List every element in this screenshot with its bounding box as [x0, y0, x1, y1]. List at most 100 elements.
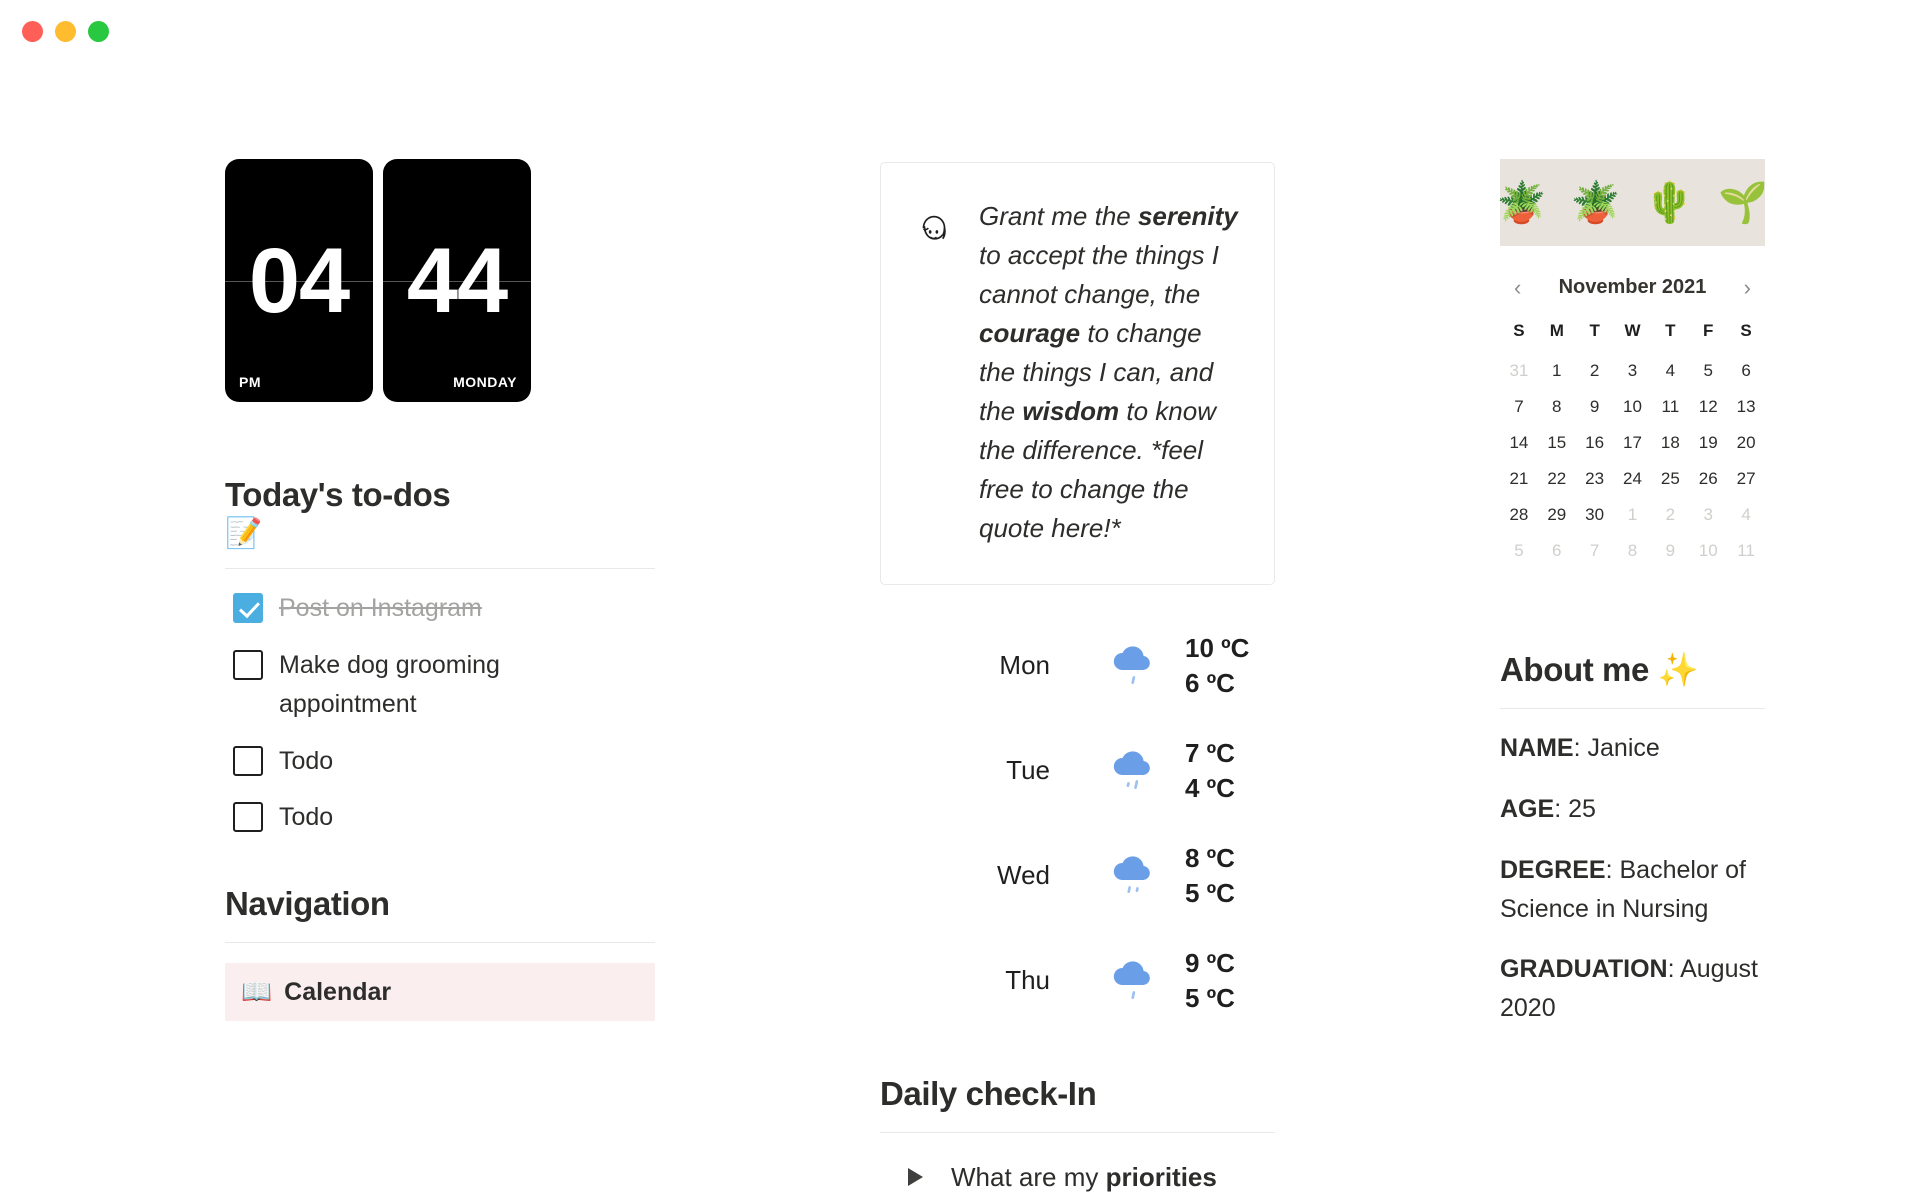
- calendar-day[interactable]: 12: [1689, 389, 1727, 425]
- close-window-button[interactable]: [22, 20, 43, 42]
- todo-checkbox[interactable]: [233, 650, 263, 680]
- calendar-day[interactable]: 15: [1538, 425, 1576, 461]
- chevron-right-icon[interactable]: ›: [1740, 276, 1755, 299]
- calendar-day[interactable]: 3: [1689, 497, 1727, 533]
- weather-temps: 9 ºC 5 ºC: [1185, 946, 1275, 1015]
- calendar-day[interactable]: 21: [1500, 461, 1538, 497]
- about-colon: :: [1667, 955, 1681, 984]
- about-field: DEGREE: Bachelor of Science in Nursing: [1500, 851, 1765, 929]
- sidebar-item-calendar[interactable]: 📖 Calendar: [225, 963, 655, 1022]
- todos-divider: [225, 568, 655, 570]
- weather-low: 5 ºC: [1185, 877, 1235, 908]
- about-field: NAME: Janice: [1500, 729, 1765, 768]
- calendar-day[interactable]: 4: [1727, 497, 1765, 533]
- calendar-day[interactable]: 1: [1538, 353, 1576, 389]
- calendar-dow: F: [1703, 321, 1714, 340]
- about-me-divider: [1500, 708, 1765, 710]
- chevron-right-icon[interactable]: [908, 1168, 923, 1187]
- calendar-day[interactable]: 7: [1576, 533, 1614, 569]
- calendar-month-label: November 2021: [1558, 276, 1707, 298]
- calendar-day[interactable]: 20: [1727, 425, 1765, 461]
- todo-checkbox[interactable]: [233, 593, 263, 624]
- calendar-day[interactable]: 6: [1538, 533, 1576, 569]
- calendar-day[interactable]: 17: [1614, 425, 1652, 461]
- calendar-day[interactable]: 8: [1614, 533, 1652, 569]
- calendar-day[interactable]: 25: [1651, 461, 1689, 497]
- clock-minutes: 44: [406, 229, 508, 332]
- calendar-day[interactable]: 24: [1614, 461, 1652, 497]
- todo-label: Make dog grooming appointment: [279, 651, 500, 718]
- about-field-value: 25: [1568, 795, 1596, 823]
- calendar-day[interactable]: 31: [1500, 353, 1538, 389]
- calendar-day[interactable]: 7: [1500, 389, 1538, 425]
- calendar-dow: S: [1513, 321, 1525, 340]
- calendar-header: ‹ November 2021 ›: [1500, 276, 1765, 315]
- calendar-day[interactable]: 27: [1727, 461, 1765, 497]
- calendar-day[interactable]: 6: [1727, 353, 1765, 389]
- about-me-title: About me ✨: [1500, 649, 1765, 690]
- calendar-day[interactable]: 1: [1614, 497, 1652, 533]
- todo-item[interactable]: Todo: [225, 798, 655, 837]
- todo-checkbox[interactable]: [233, 802, 263, 833]
- potted-plant-icon: 🪴: [1570, 180, 1621, 226]
- todo-item[interactable]: Todo: [225, 742, 655, 781]
- calendar-day[interactable]: 10: [1689, 533, 1727, 569]
- calendar-day[interactable]: 11: [1727, 533, 1765, 569]
- calendar-day[interactable]: 18: [1651, 425, 1689, 461]
- todo-label: Post on Instagram: [279, 594, 482, 623]
- checkin-question-row[interactable]: What are my priorities today?: [880, 1159, 1275, 1200]
- dashboard-page: 04 PM 44 MONDAY Today's to-dos 📝 Post on…: [0, 62, 1920, 1200]
- weather-row: Wed 8 ºC 5 ºC: [880, 823, 1275, 928]
- calendar-day[interactable]: 2: [1651, 497, 1689, 533]
- calendar-day[interactable]: 28: [1500, 497, 1538, 533]
- minimize-window-button[interactable]: [55, 20, 76, 42]
- about-colon: :: [1554, 795, 1569, 823]
- calendar-day[interactable]: 5: [1500, 533, 1538, 569]
- flip-clock: 04 PM 44 MONDAY: [225, 159, 655, 402]
- calendar-day[interactable]: 4: [1651, 353, 1689, 389]
- calendar-day[interactable]: 14: [1500, 425, 1538, 461]
- sidebar-item-label: Calendar: [284, 977, 392, 1006]
- calendar-day[interactable]: 30: [1576, 497, 1614, 533]
- calendar-day[interactable]: 16: [1576, 425, 1614, 461]
- question-part-bold: priorities: [1105, 1162, 1217, 1193]
- quote-part-bold: serenity: [1137, 201, 1238, 231]
- calendar-day[interactable]: 11: [1651, 389, 1689, 425]
- clock-weekday: MONDAY: [453, 374, 517, 390]
- right-column: 🪴 🪴 🌵 🌱 ‹ November 2021 › S M T W T F S …: [1497, 62, 1768, 1200]
- calendar-day[interactable]: 19: [1689, 425, 1727, 461]
- todo-item[interactable]: Make dog grooming appointment: [225, 646, 655, 724]
- calendar-day[interactable]: 5: [1689, 353, 1727, 389]
- todos-section: Today's to-dos 📝 Post on Instagram Make …: [225, 474, 655, 837]
- maximize-window-button[interactable]: [88, 20, 109, 42]
- about-field: GRADUATION: August 2020: [1500, 950, 1765, 1028]
- calendar-day[interactable]: 8: [1538, 389, 1576, 425]
- calendar-day[interactable]: 13: [1727, 389, 1765, 425]
- navigation-divider: [225, 942, 655, 944]
- rain-cloud-icon: [1080, 638, 1185, 694]
- weather-temps: 8 ºC 5 ºC: [1185, 841, 1275, 910]
- question-part: What are my: [951, 1162, 1106, 1193]
- cactus-icon: 🌵: [1644, 180, 1695, 226]
- traffic-lights: [22, 20, 109, 42]
- calendar-dow: T: [1665, 321, 1676, 340]
- todo-item[interactable]: Post on Instagram: [225, 589, 655, 628]
- calendar-day[interactable]: 29: [1538, 497, 1576, 533]
- calendar-day[interactable]: 9: [1651, 533, 1689, 569]
- calendar-day[interactable]: 26: [1689, 461, 1727, 497]
- weather-low: 6 ºC: [1185, 667, 1235, 698]
- calendar-day[interactable]: 23: [1576, 461, 1614, 497]
- open-book-icon: 📖: [241, 977, 273, 1007]
- about-colon: :: [1605, 855, 1620, 884]
- memo-icon: 📝: [225, 516, 263, 552]
- about-field-key: NAME: [1500, 734, 1574, 763]
- calendar-day[interactable]: 10: [1614, 389, 1652, 425]
- todo-checkbox[interactable]: [233, 745, 263, 776]
- chevron-left-icon[interactable]: ‹: [1510, 276, 1525, 299]
- weather-row: Thu 9 ºC 5 ºC: [880, 928, 1275, 1033]
- left-column: 04 PM 44 MONDAY Today's to-dos 📝 Post on…: [225, 62, 655, 1200]
- calendar-day[interactable]: 22: [1538, 461, 1576, 497]
- calendar-day[interactable]: 2: [1576, 353, 1614, 389]
- calendar-day[interactable]: 9: [1576, 389, 1614, 425]
- calendar-day[interactable]: 3: [1614, 353, 1652, 389]
